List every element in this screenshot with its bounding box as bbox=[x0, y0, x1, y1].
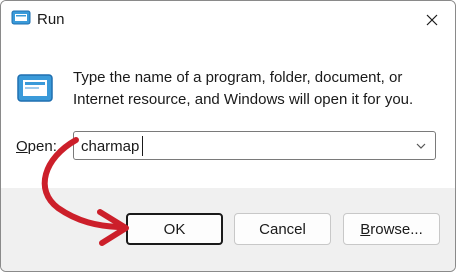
open-label-text: pen: bbox=[27, 138, 57, 155]
open-input[interactable] bbox=[81, 136, 401, 156]
open-label-accesskey: O bbox=[16, 138, 28, 155]
text-cursor bbox=[142, 136, 143, 156]
window-title: Run bbox=[37, 11, 65, 28]
title-bar: Run bbox=[1, 1, 455, 39]
chevron-down-icon[interactable] bbox=[415, 140, 427, 152]
close-button[interactable] bbox=[409, 1, 455, 39]
close-icon bbox=[426, 14, 438, 26]
run-app-icon bbox=[17, 74, 53, 102]
browse-accesskey: B bbox=[360, 220, 371, 238]
browse-label: rowse... bbox=[370, 220, 423, 238]
cancel-button[interactable]: Cancel bbox=[234, 213, 331, 245]
browse-button[interactable]: Browse... bbox=[343, 213, 440, 245]
run-icon bbox=[11, 10, 31, 25]
ok-button[interactable]: OK bbox=[126, 213, 223, 245]
open-label: Open: bbox=[16, 138, 57, 155]
description-text: Type the name of a program, folder, docu… bbox=[73, 69, 414, 108]
open-combobox[interactable] bbox=[73, 131, 436, 160]
